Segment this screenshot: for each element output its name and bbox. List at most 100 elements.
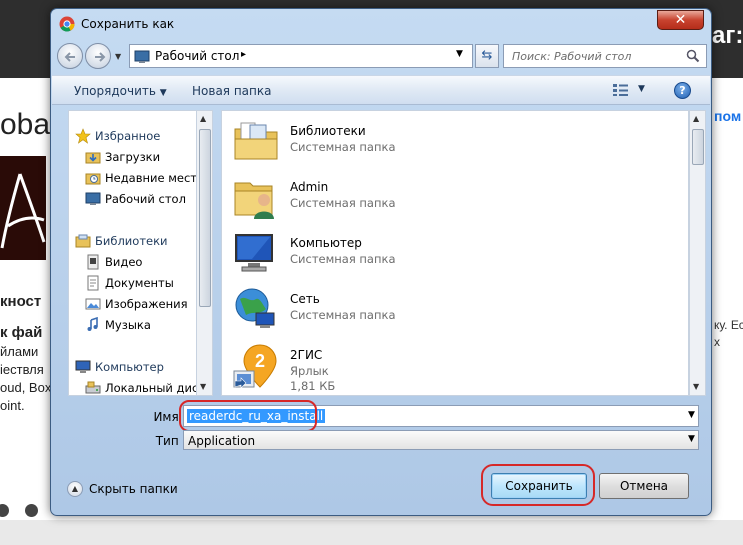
background-footer xyxy=(0,520,743,545)
nav-item-label: Избранное xyxy=(95,129,161,143)
navigation-row: ▼ Рабочий стол ▸ ▼ ⇆ Поиск: Рабочий стол xyxy=(57,43,707,69)
background-text: к фай xyxy=(0,324,43,341)
close-icon: ✕ xyxy=(674,12,687,28)
libraries-folder-icon xyxy=(232,117,280,165)
file-name: Библиотеки xyxy=(290,124,366,138)
back-arrow-icon xyxy=(64,52,75,62)
file-type: Системная папка xyxy=(290,308,396,322)
search-box[interactable]: Поиск: Рабочий стол xyxy=(503,44,707,68)
background-text: йлами xyxy=(0,344,39,359)
scrollbar-thumb[interactable] xyxy=(199,129,211,307)
background-header-text: аг: xyxy=(712,22,743,49)
filename-field[interactable]: readerdc_ru_xa_install ▼ xyxy=(183,405,699,427)
filetype-value: Application xyxy=(188,434,256,448)
chrome-icon xyxy=(59,16,75,32)
view-options-icon[interactable] xyxy=(612,83,630,97)
recent-places-icon xyxy=(85,170,101,186)
background-text: х xyxy=(714,335,720,349)
desktop-icon xyxy=(85,191,101,207)
desktop-icon xyxy=(134,50,150,63)
back-button[interactable] xyxy=(57,43,83,69)
carousel-dot[interactable] xyxy=(25,504,38,517)
breadcrumb-chevron-icon[interactable]: ▸ xyxy=(241,49,246,60)
network-icon xyxy=(232,285,280,333)
scroll-up-icon[interactable]: ▲ xyxy=(693,114,699,123)
help-button[interactable]: ? xyxy=(674,82,691,99)
file-item[interactable]: Сеть Системная папка xyxy=(232,283,672,335)
background-link[interactable]: пом xyxy=(714,108,741,124)
recent-locations-chevron-icon[interactable]: ▼ xyxy=(115,52,121,61)
file-name: Сеть xyxy=(290,292,320,306)
file-item[interactable]: Admin Системная папка xyxy=(232,171,672,223)
title-bar[interactable]: Сохранить как ✕ xyxy=(51,9,711,39)
view-dropdown-icon[interactable]: ▼ xyxy=(638,84,645,94)
address-bar[interactable]: Рабочий стол ▸ ▼ xyxy=(129,44,473,68)
navigation-pane-scrollbar[interactable]: ▲ ▼ xyxy=(196,110,213,396)
save-button[interactable]: Сохранить xyxy=(491,473,587,499)
pictures-icon xyxy=(85,296,101,312)
search-input[interactable]: Поиск: Рабочий стол xyxy=(512,50,631,63)
address-location[interactable]: Рабочий стол xyxy=(155,49,239,63)
file-type: Системная папка xyxy=(290,252,396,266)
cancel-button[interactable]: Отмена xyxy=(599,473,689,499)
organize-label: Упорядочить xyxy=(74,84,156,98)
nav-item-label: Изображения xyxy=(105,297,188,311)
file-type: Системная папка xyxy=(290,196,396,210)
nav-item-label: Локальный диск xyxy=(105,381,206,395)
user-folder-icon xyxy=(232,173,280,221)
file-list-scrollbar[interactable]: ▲ ▼ xyxy=(689,110,706,396)
organize-menu[interactable]: Упорядочить ▼ xyxy=(74,84,167,98)
video-icon xyxy=(85,254,101,270)
file-type: Ярлык xyxy=(290,364,329,378)
dialog-title: Сохранить как xyxy=(81,17,175,31)
forward-arrow-icon xyxy=(95,52,106,62)
refresh-button[interactable]: ⇆ xyxy=(475,44,499,68)
file-name: Admin xyxy=(290,180,329,194)
nav-item-label: Музыка xyxy=(105,318,151,332)
scroll-up-icon[interactable]: ▲ xyxy=(200,114,206,123)
chevron-up-icon: ▲ xyxy=(67,481,83,497)
hide-folders-label: Скрыть папки xyxy=(89,482,178,496)
address-dropdown-icon[interactable]: ▼ xyxy=(456,49,463,59)
carousel-dot[interactable] xyxy=(0,504,9,517)
scrollbar-thumb[interactable] xyxy=(692,129,704,165)
nav-item-label: Компьютер xyxy=(95,360,164,374)
nav-item-label: Видео xyxy=(105,255,143,269)
2gis-shortcut-icon: 2 xyxy=(232,341,280,389)
star-icon xyxy=(75,128,91,144)
file-name: Компьютер xyxy=(290,236,362,250)
file-item[interactable]: Компьютер Системная папка xyxy=(232,227,672,279)
background-text: іествля xyxy=(0,362,44,377)
acrobat-logo xyxy=(0,156,46,260)
filename-value[interactable]: readerdc_ru_xa_install xyxy=(187,409,326,423)
file-list[interactable]: Библиотеки Системная папка Admin Системная … xyxy=(221,110,689,396)
refresh-icon: ⇆ xyxy=(481,48,493,63)
navigation-pane[interactable]: Избранное Загрузки Недавние места Рабочий с… xyxy=(68,110,212,396)
computer-icon xyxy=(75,359,91,375)
nav-item-label: Рабочий стол xyxy=(105,192,186,206)
help-icon: ? xyxy=(679,84,686,97)
chevron-down-icon: ▼ xyxy=(159,88,167,98)
filetype-select[interactable]: Application ▼ xyxy=(183,430,699,450)
background-text: кност xyxy=(0,293,42,310)
filename-dropdown-icon[interactable]: ▼ xyxy=(688,410,695,420)
scroll-down-icon[interactable]: ▼ xyxy=(200,382,206,391)
file-item[interactable]: 2 2ГИС Ярлык 1,81 КБ xyxy=(232,339,672,393)
search-icon xyxy=(686,49,700,63)
documents-icon xyxy=(85,275,101,291)
nav-item-label: Загрузки xyxy=(105,150,161,164)
save-as-dialog: Сохранить как ✕ ▼ Рабочий стол ▸ ▼ ⇆ Пои… xyxy=(50,8,712,516)
background-text: ку. Ес xyxy=(714,318,743,332)
filetype-dropdown-icon[interactable]: ▼ xyxy=(688,434,695,444)
downloads-folder-icon xyxy=(85,149,101,165)
close-button[interactable]: ✕ xyxy=(657,10,704,30)
svg-text:2: 2 xyxy=(255,351,265,371)
nav-item-label: Документы xyxy=(105,276,174,290)
local-disk-icon xyxy=(85,380,101,395)
new-folder-button[interactable]: Новая папка xyxy=(192,84,271,98)
nav-item-label: Недавние места xyxy=(105,171,205,185)
scroll-down-icon[interactable]: ▼ xyxy=(693,382,699,391)
forward-button[interactable] xyxy=(85,43,111,69)
toolbar: Упорядочить ▼ Новая папка ▼ ? xyxy=(52,75,710,105)
file-item[interactable]: Библиотеки Системная папка xyxy=(232,115,672,167)
